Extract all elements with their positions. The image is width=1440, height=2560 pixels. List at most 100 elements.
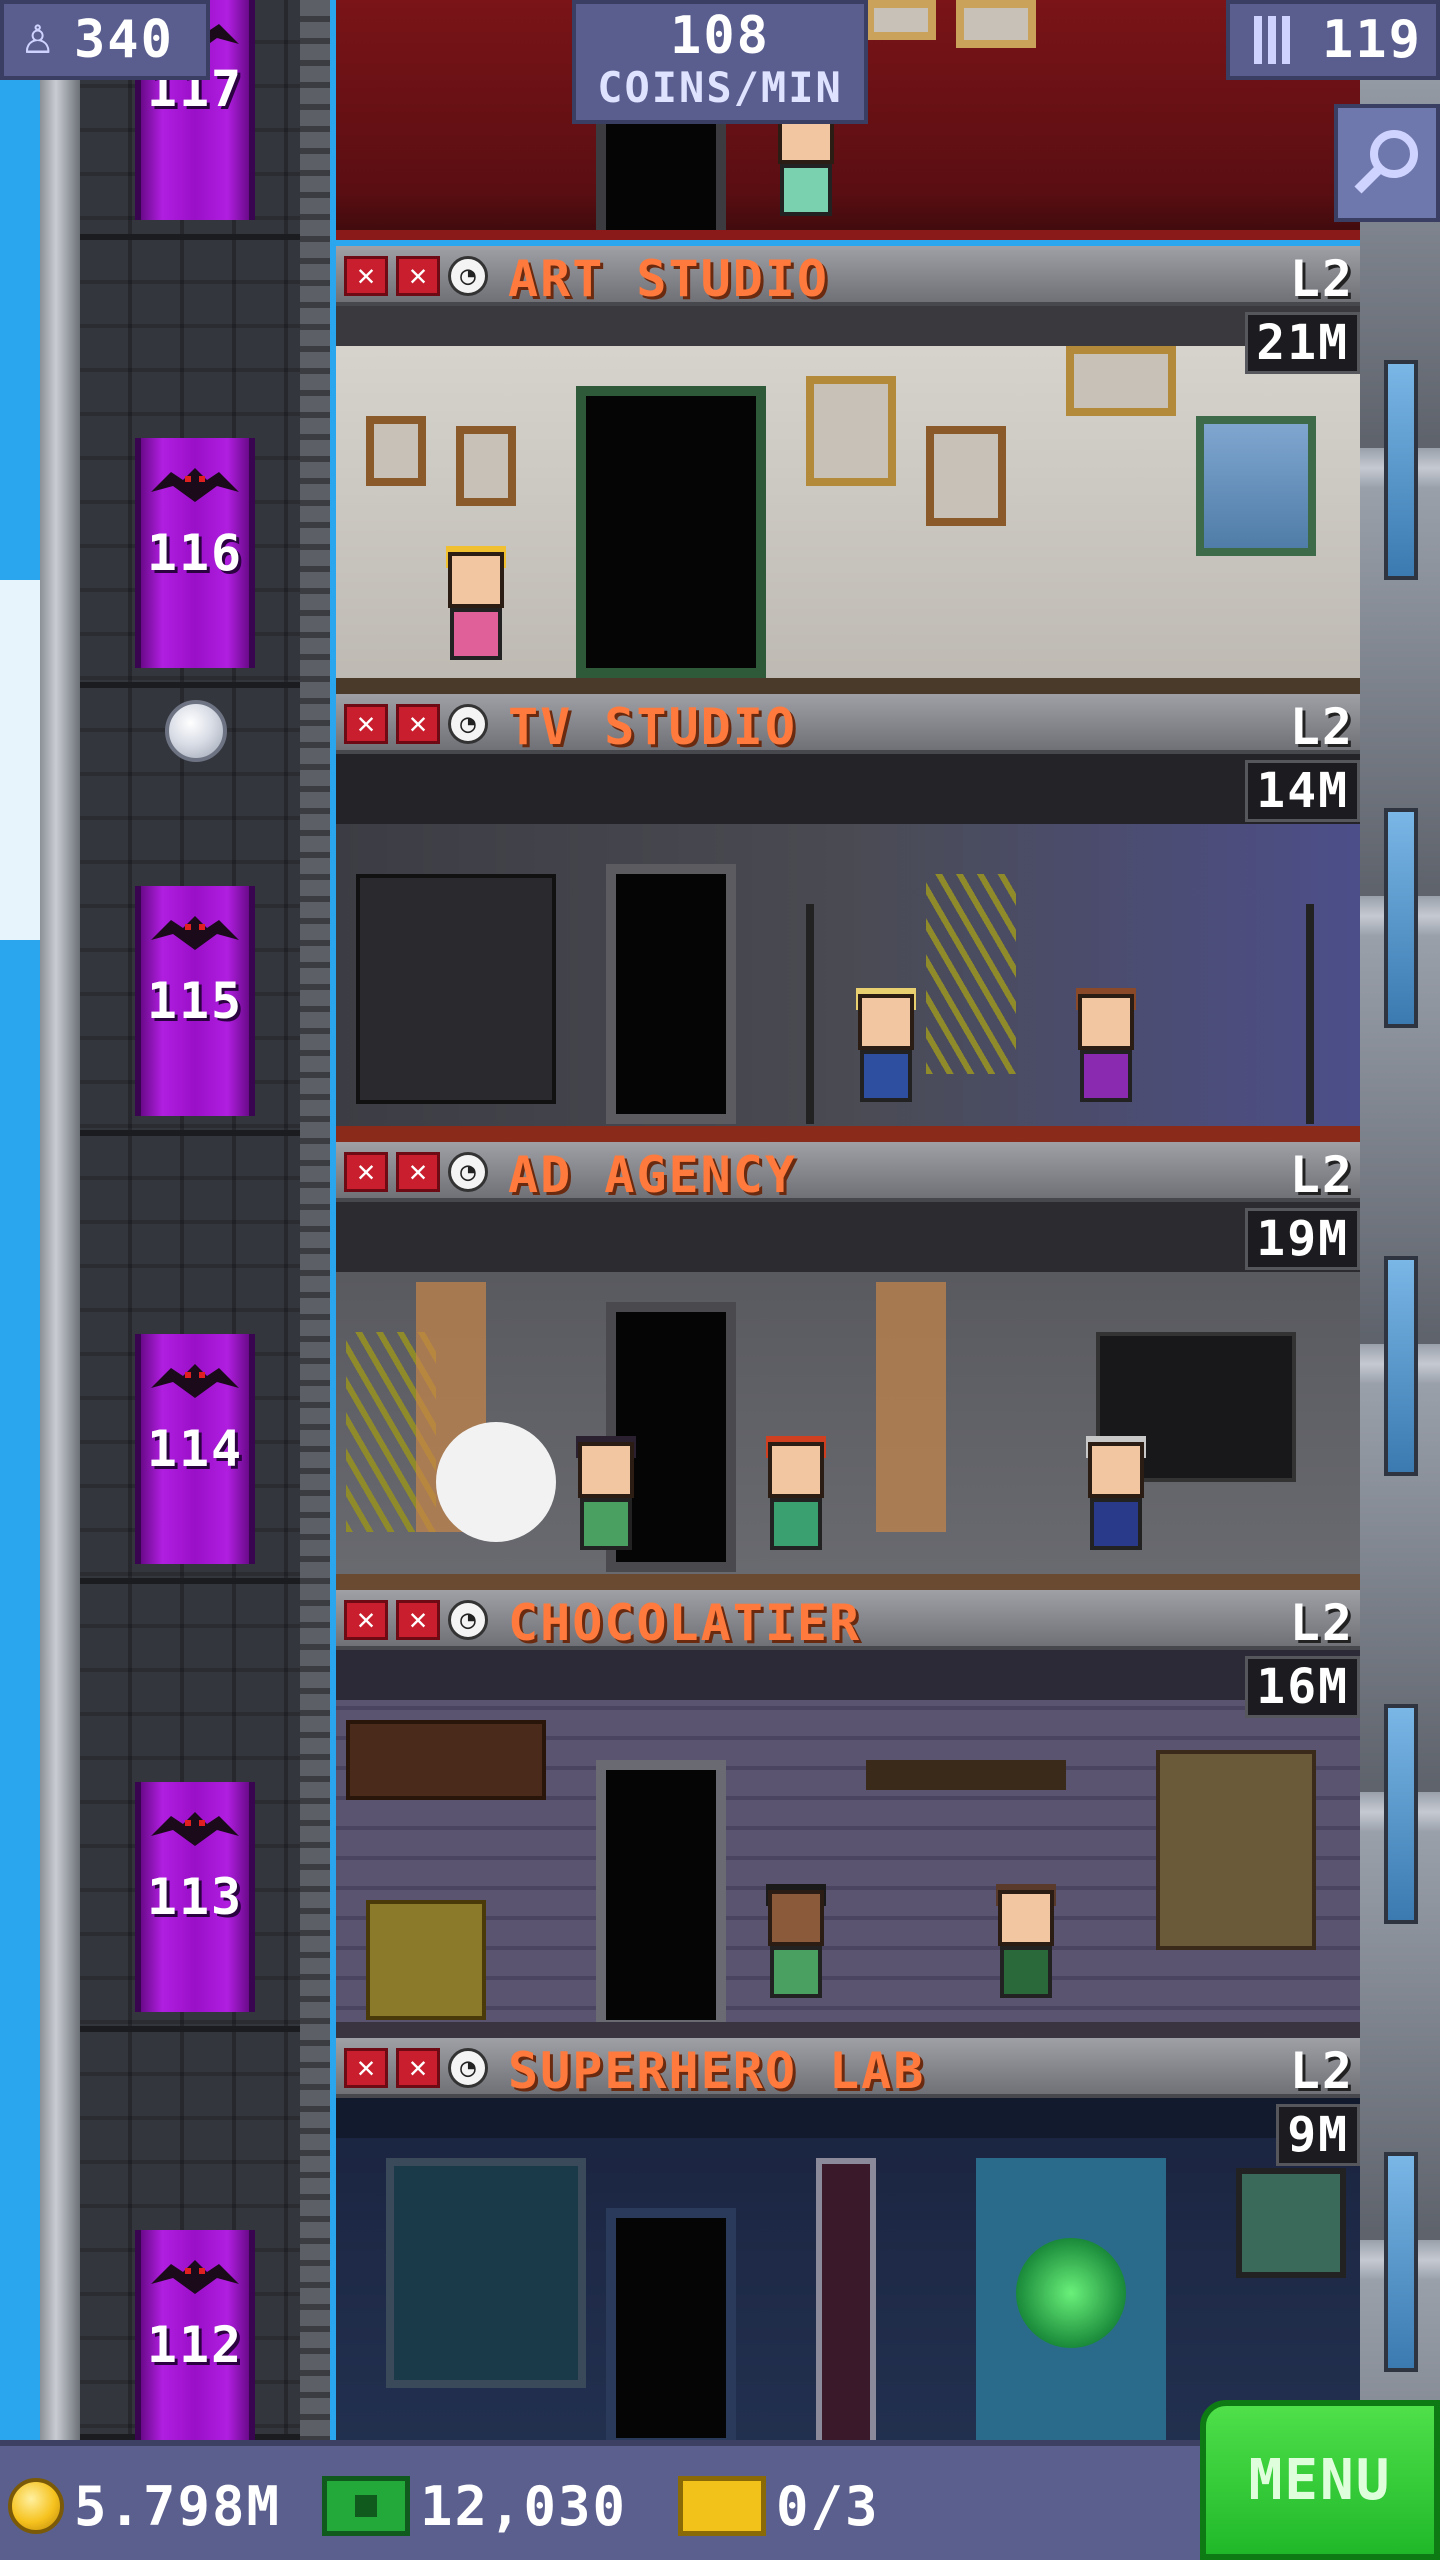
floor-name: SUPERHERO LAB <box>508 2042 926 2100</box>
bat-icon <box>151 468 239 502</box>
bux-display[interactable]: 12,030 <box>322 2468 627 2544</box>
floor-tv-studio[interactable]: ✕ ✕ ◔ TV STUDIO L2 14M <box>336 694 1360 1142</box>
resident-body <box>1090 1498 1142 1550</box>
coins-rate-value: 108 <box>670 6 770 66</box>
resident[interactable] <box>766 108 846 238</box>
room-interior <box>336 1202 1360 1590</box>
elevator-car-116[interactable]: 116 <box>135 438 255 668</box>
floor-line <box>336 1574 1360 1590</box>
floor-earnings: 19M <box>1245 1208 1360 1270</box>
room-interior <box>336 754 1360 1142</box>
floor-earnings: 14M <box>1245 760 1360 822</box>
studio-lamp <box>806 904 814 1124</box>
resident-head <box>1088 1442 1144 1498</box>
floor-earnings: 9M <box>1276 2104 1360 2166</box>
resident-body <box>770 1498 822 1550</box>
x-icon: ✕ <box>344 704 388 744</box>
resident[interactable] <box>846 988 926 1124</box>
resident[interactable] <box>566 1436 646 1572</box>
bat-icon <box>151 916 239 950</box>
tickets-value: 0/3 <box>776 2474 880 2538</box>
resident-head <box>768 1890 824 1946</box>
bonus-coin-icon[interactable] <box>165 700 227 762</box>
clock-icon: ◔ <box>448 1152 488 1192</box>
population-counter[interactable]: ♙ 340 <box>0 0 210 80</box>
control-panel <box>356 874 556 1104</box>
floor-count-value: 119 <box>1322 10 1422 70</box>
side-window <box>1384 808 1418 1028</box>
mixer-machine <box>366 1900 486 2020</box>
tickets-display[interactable]: 0/3 <box>678 2468 880 2544</box>
floor-art-studio[interactable]: ✕ ✕ ◔ ART STUDIO L2 21M <box>336 246 1360 694</box>
resident[interactable] <box>1076 1436 1156 1572</box>
floor-line <box>336 678 1360 694</box>
door <box>606 864 736 1124</box>
resident[interactable] <box>1066 988 1146 1124</box>
resident-body <box>450 608 502 660</box>
bat-icon <box>151 1364 239 1398</box>
floor-line <box>336 2022 1360 2038</box>
x-icon: ✕ <box>344 1152 388 1192</box>
floor-ad-agency[interactable]: ✕ ✕ ◔ AD AGENCY L2 19M <box>336 1142 1360 1590</box>
resident[interactable] <box>986 1884 1066 2020</box>
resident-body <box>1000 1946 1052 1998</box>
resident[interactable] <box>756 1436 836 1572</box>
x-icon: ✕ <box>396 1600 440 1640</box>
x-icon: ✕ <box>396 704 440 744</box>
resident[interactable] <box>436 546 516 682</box>
door <box>576 386 766 678</box>
elevator-car-114[interactable]: 114 <box>135 1334 255 1564</box>
chocolate-rack <box>866 1760 1066 1790</box>
wall-frame <box>366 416 426 486</box>
floor-line <box>336 1126 1360 1142</box>
ceiling <box>336 2098 1360 2138</box>
room-interior <box>336 2098 1360 2440</box>
resident-head <box>998 1890 1054 1946</box>
cloud <box>0 580 40 940</box>
coins-rate-panel[interactable]: 108 COINS/MIN <box>572 0 868 124</box>
elevator-floor-label: 112 <box>146 2316 244 2374</box>
resident-body <box>770 1946 822 1998</box>
resident-head <box>768 1442 824 1498</box>
elevator-car-115[interactable]: 115 <box>135 886 255 1116</box>
floor-header: ✕ ✕ ◔ CHOCOLATIER L2 <box>336 1590 1360 1652</box>
resident-body <box>580 1498 632 1550</box>
x-icon: ✕ <box>396 1152 440 1192</box>
resident-head <box>448 552 504 608</box>
dna-tube <box>816 2158 876 2440</box>
clock-icon: ◔ <box>448 704 488 744</box>
door <box>596 1760 726 2030</box>
menu-button[interactable]: MENU <box>1200 2400 1440 2560</box>
floor-level: L2 <box>1289 1594 1354 1652</box>
side-window <box>1384 360 1418 580</box>
bux-value: 12,030 <box>420 2474 628 2538</box>
coins-rate-unit: COINS/MIN <box>597 63 843 112</box>
tower-left-wall <box>40 0 80 2440</box>
floor-counter[interactable]: 119 <box>1226 0 1440 80</box>
population-value: 340 <box>74 10 174 70</box>
x-icon: ✕ <box>396 256 440 296</box>
floor-status-icons: ✕ ✕ ◔ <box>344 1152 488 1192</box>
resident-head <box>858 994 914 1050</box>
elevator-car-113[interactable]: 113 <box>135 1782 255 2012</box>
floor-status-icons: ✕ ✕ ◔ <box>344 704 488 744</box>
room-interior <box>336 1650 1360 2038</box>
studio-lamp <box>1306 904 1314 1124</box>
floor-edge <box>336 230 1360 240</box>
floor-level: L2 <box>1289 250 1354 308</box>
plant <box>926 874 1016 1074</box>
floor-header: ✕ ✕ ◔ TV STUDIO L2 <box>336 694 1360 756</box>
wall-frame <box>806 376 896 486</box>
elevator-car-112[interactable]: 112 <box>135 2230 255 2440</box>
elevator-floor-label: 116 <box>146 524 244 582</box>
elevator-floor-label: 113 <box>146 1868 244 1926</box>
floor-name: AD AGENCY <box>508 1146 797 1204</box>
ticket-icon <box>678 2476 766 2536</box>
floor-superhero-lab[interactable]: ✕ ✕ ◔ SUPERHERO LAB L2 9M <box>336 2038 1360 2440</box>
coin-icon <box>8 2478 64 2534</box>
search-button[interactable] <box>1334 104 1440 222</box>
resident[interactable] <box>756 1884 836 2020</box>
floor-chocolatier[interactable]: ✕ ✕ ◔ CHOCOLATIER L2 16M <box>336 1590 1360 2038</box>
floor-name: ART STUDIO <box>508 250 830 308</box>
coins-display[interactable]: 5.798M <box>8 2468 281 2544</box>
